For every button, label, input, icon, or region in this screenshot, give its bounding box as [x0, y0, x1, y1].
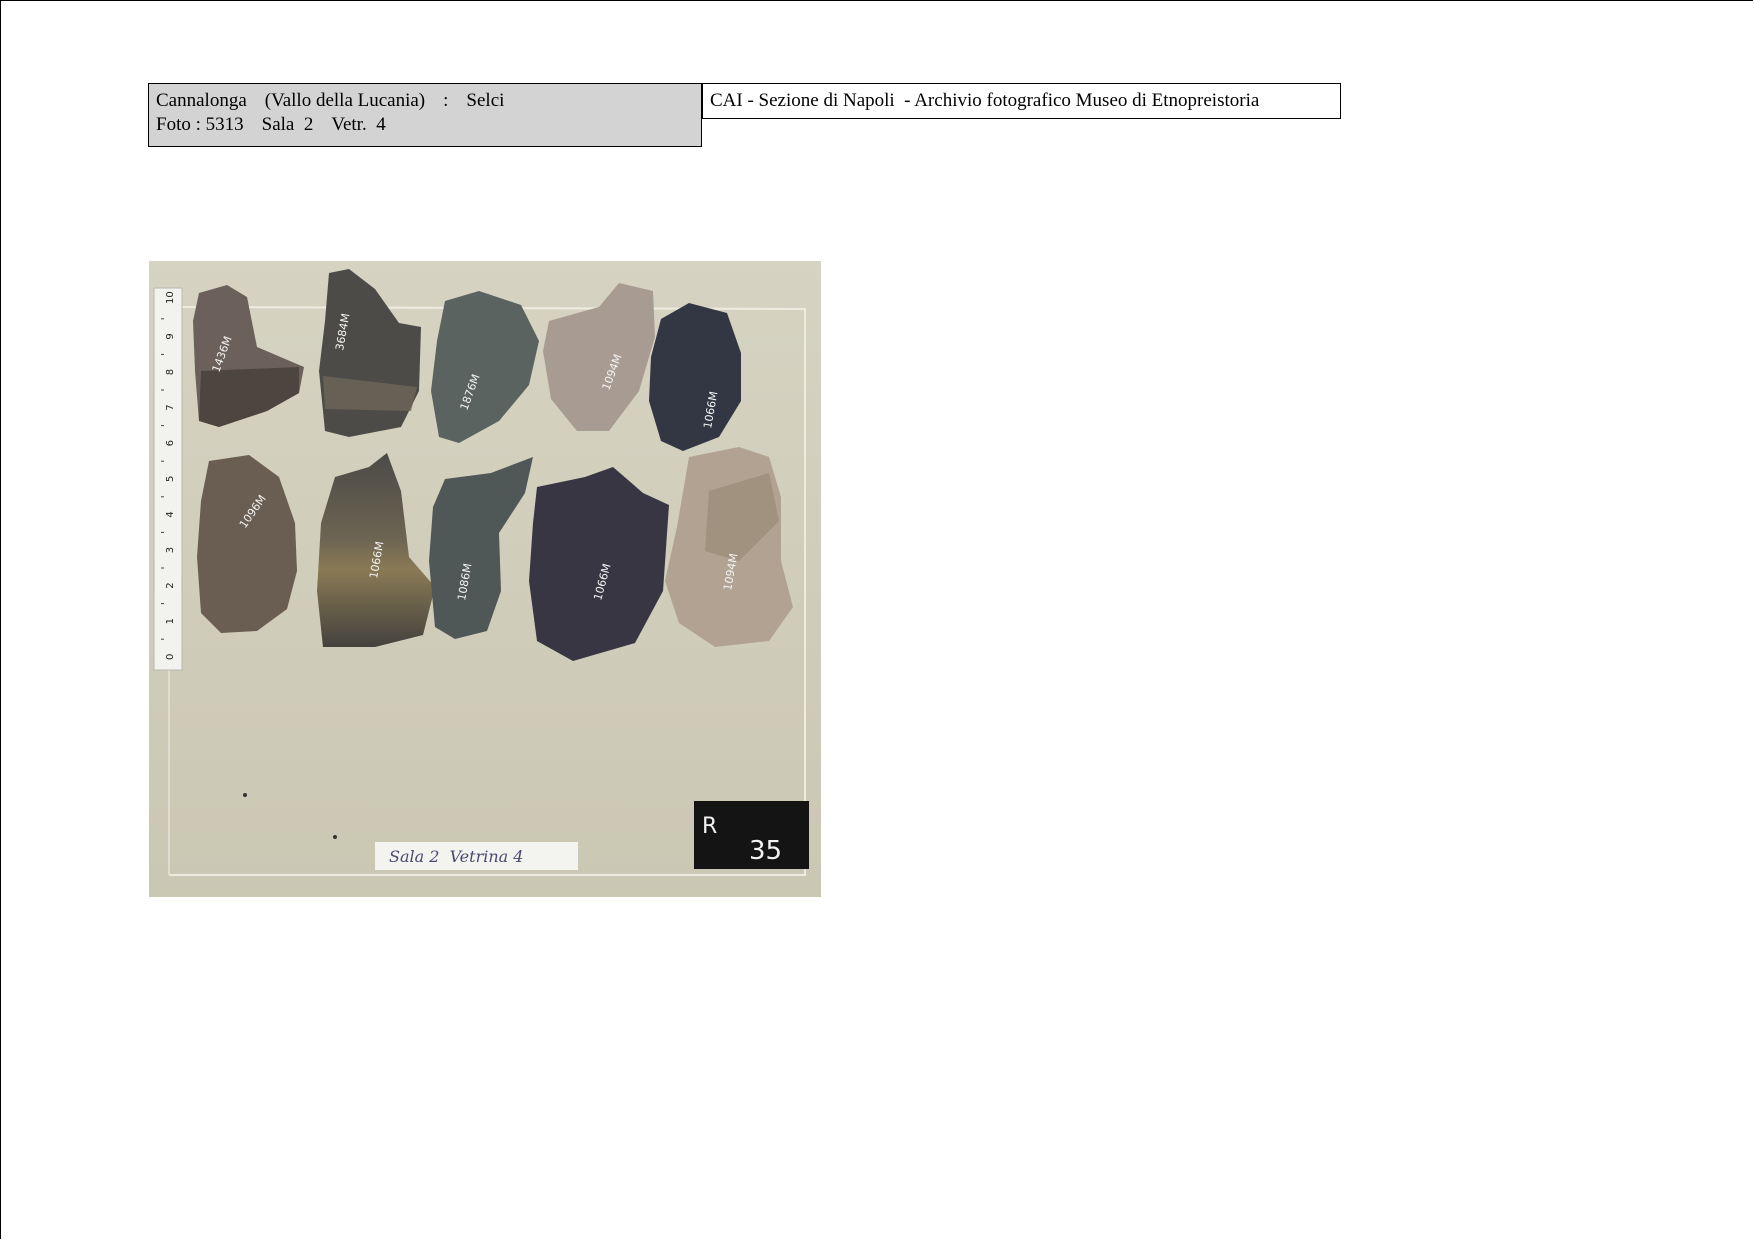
separator: : [443, 90, 449, 111]
vetrina-value: Vetr. 4 [331, 114, 386, 135]
ruler-tick-label: 3 [165, 547, 176, 553]
catalog-line-2: Foto : 5313 Sala 2 Vetr. 4 [156, 113, 694, 137]
material: Selci [466, 90, 505, 111]
ruler-tick-label: 6 [165, 440, 176, 446]
archive-title-box: CAI - Sezione di Napoli - Archivio fotog… [702, 83, 1341, 119]
tag-letter: R [702, 814, 717, 839]
locality: (Vallo della Lucania) [264, 90, 426, 111]
site-name: Cannalonga [156, 90, 247, 111]
ruler-tick-label: 5 [165, 476, 176, 482]
ruler-tick-label: 4 [165, 511, 176, 517]
ruler-tick-label: 9 [165, 333, 176, 339]
ruler-tick-label: 1 [165, 618, 176, 624]
showcase-label-card: Sala 2 Vetrina 4 [375, 842, 578, 870]
ruler-tick-label: 2 [165, 582, 176, 588]
foto-number: 5313 [205, 114, 244, 135]
ruler-tick-label: 0 [165, 654, 176, 660]
archive-title: CAI - Sezione di Napoli - Archivio fotog… [710, 90, 1260, 111]
artifact-photo: 0 1 2 3 4 5 6 7 8 9 10 1436M 3684M 1876M 1094M 106… [149, 261, 821, 897]
foto-label: Foto : [156, 114, 201, 135]
catalog-line-1: Cannalonga (Vallo della Lucania): Selci [156, 89, 694, 113]
tag-number: 35 [749, 836, 782, 866]
reference-tag: R 35 [694, 801, 809, 869]
scale-ruler: 0 1 2 3 4 5 6 7 8 9 10 [153, 287, 183, 671]
ruler-tick-label: 8 [165, 369, 176, 375]
ruler-tick-label: 10 [165, 291, 176, 304]
catalog-info-box: Cannalonga (Vallo della Lucania): Selci Fo… [148, 83, 702, 147]
showcase-label: Sala 2 Vetrina 4 [389, 847, 523, 866]
ruler-tick-label: 7 [165, 404, 176, 410]
sala-value: Sala 2 [261, 114, 314, 135]
